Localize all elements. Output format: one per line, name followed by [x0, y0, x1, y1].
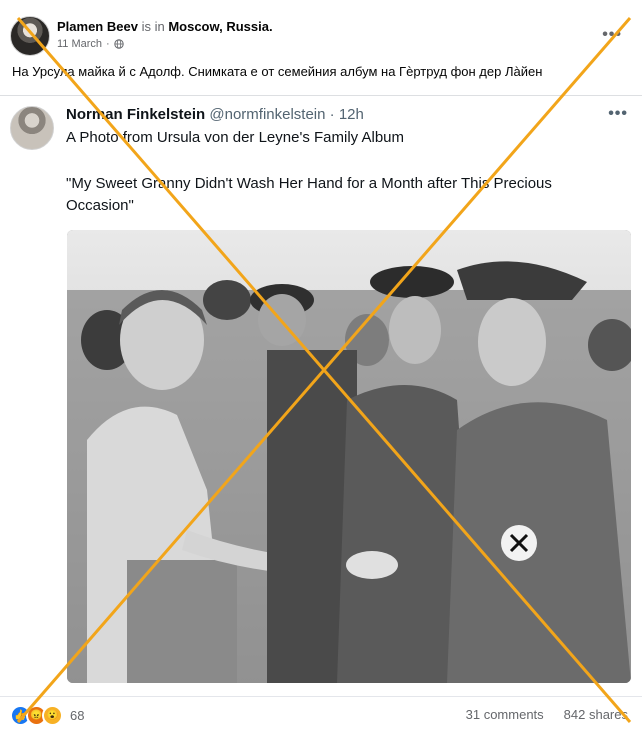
post-more-button[interactable]: •••: [602, 26, 622, 44]
post-text: На Урсула майка й с Адолф. Снимката е от…: [12, 64, 543, 79]
post-footer: 👍 😠 😮 68 31 comments 842 shares: [0, 696, 642, 737]
tweet-separator: ·: [329, 106, 335, 123]
comments-count[interactable]: 31 comments: [466, 707, 544, 722]
tweet-time[interactable]: 12h: [339, 106, 364, 123]
post-date[interactable]: 11 March: [57, 38, 102, 50]
tweet-text-line-1: A Photo from Ursula von der Leyne's Fami…: [66, 129, 405, 146]
post-meta: 11 March ·: [57, 38, 124, 50]
author-line: Plamen Beev is in Moscow, Russia.: [57, 19, 273, 34]
post-stats: 31 comments 842 shares: [466, 707, 628, 722]
tweet-author-avatar[interactable]: [10, 106, 54, 150]
tweet-text-line-2: "My Sweet Granny Didn't Wash Her Hand fo…: [66, 175, 552, 192]
reaction-summary[interactable]: 👍 😠 😮 68: [10, 705, 84, 726]
facebook-post: Plamen Beev is in Moscow, Russia. 11 Mar…: [0, 0, 642, 736]
globe-icon: [114, 39, 124, 49]
embedded-tweet[interactable]: Norman Finkelstein @normfinkelstein · 12…: [0, 95, 642, 696]
reaction-count[interactable]: 68: [70, 708, 84, 723]
tweet-author-name[interactable]: Norman Finkelstein: [66, 106, 205, 123]
tweet-text-line-3: Occasion": [66, 197, 134, 214]
post-header: Plamen Beev is in Moscow, Russia. 11 Mar…: [10, 14, 630, 58]
shares-count[interactable]: 842 shares: [564, 707, 628, 722]
tweet-author-handle[interactable]: @normfinkelstein: [209, 106, 325, 123]
author-avatar[interactable]: [10, 16, 50, 56]
location-link[interactable]: Moscow, Russia.: [168, 19, 272, 34]
author-name[interactable]: Plamen Beev: [57, 19, 138, 34]
wow-reaction-icon: 😮: [42, 705, 63, 726]
location-prefix: is in: [141, 19, 165, 34]
tweet-photo[interactable]: [67, 230, 631, 683]
photo-illustration: [67, 230, 631, 683]
tweet-more-button[interactable]: •••: [608, 105, 628, 123]
tweet-author-line: Norman Finkelstein @normfinkelstein · 12…: [66, 106, 364, 123]
